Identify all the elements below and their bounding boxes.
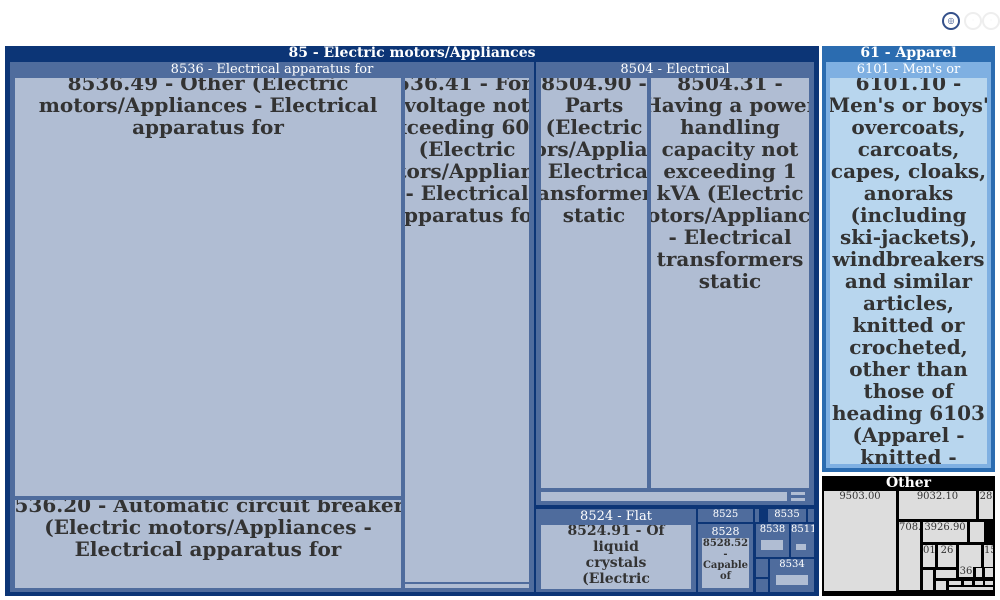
treemap-node-8525[interactable]: 8525: [698, 509, 753, 522]
treemap-other-leaf[interactable]: [964, 581, 972, 585]
treemap-other-leaf[interactable]: 01: [923, 545, 935, 567]
treemap-leaf-label: 8524.91 - Of liquid crystals (Electric: [567, 525, 665, 587]
treemap-leaf-8536-49[interactable]: 8536.49 - Other (Electric motors/Applian…: [15, 78, 401, 496]
treemap-other-leaf[interactable]: [949, 581, 961, 585]
treemap-node-label: 6101 - Men's or: [856, 62, 961, 77]
treemap-other-leaf[interactable]: 3926.90: [923, 522, 967, 542]
treemap-other-leaf[interactable]: [975, 581, 983, 585]
treemap-leaf-label: 708.9: [899, 522, 920, 533]
treemap-node-small[interactable]: [808, 509, 814, 522]
treemap-other-leaf[interactable]: [985, 581, 993, 585]
treemap-leaf-small[interactable]: [761, 540, 783, 550]
treemap-group-85[interactable]: 85 - Electric motors/Appliances 8536 - El…: [5, 46, 819, 596]
treemap-leaf-small[interactable]: [541, 492, 787, 501]
treemap-other-leaf[interactable]: [923, 570, 933, 590]
treemap-node-8504[interactable]: 8504 - Electrical 8504.90 - Parts (Electr…: [536, 62, 814, 505]
treemap-group-61[interactable]: 61 - Apparel 6101 - Men's or 6101.10 - Men…: [822, 46, 995, 472]
treemap-leaf-8536-20[interactable]: 8536.20 - Automatic circuit breakers (El…: [15, 500, 401, 588]
treemap-node-8535[interactable]: 8535: [768, 509, 806, 522]
treemap-leaf-small[interactable]: [405, 584, 529, 588]
treemap-leaf-8524-91[interactable]: 8524.91 - Of liquid crystals (Electric: [541, 525, 691, 589]
treemap-group-other[interactable]: Other 9503.00 9032.10 28 708.9 3926.90 01 26 15 3…: [822, 476, 995, 596]
treemap-node-label: 8525: [712, 509, 739, 520]
treemap-leaf-small[interactable]: [791, 498, 805, 501]
treemap-leaf-label: 8536.41 - For a voltage not exceeding 60…: [405, 78, 529, 227]
treemap-node-6101[interactable]: 6101 - Men's or 6101.10 - Men's or boys' …: [826, 62, 991, 468]
treemap-leaf-8504-31[interactable]: 8504.31 - Having a power handling capaci…: [651, 78, 809, 488]
treemap-leaf-label: 26: [940, 545, 954, 556]
treemap-group-label: Other: [885, 476, 932, 491]
treemap-other-leaf[interactable]: [970, 522, 984, 542]
treemap-leaf-label: 8528.52 - Capable of: [702, 538, 749, 582]
treemap-leaf-label: 8536.20 - Automatic circuit breakers (El…: [15, 500, 401, 561]
treemap-node-8536[interactable]: 8536 - Electrical apparatus for 8536.49 -…: [10, 62, 534, 592]
treemap-leaf-6101-10[interactable]: 6101.10 - Men's or boys' overcoats, carc…: [830, 78, 987, 464]
treemap-node-small[interactable]: [756, 559, 768, 577]
treemap-node-label: 8528: [711, 525, 740, 538]
treemap-leaf-small[interactable]: [796, 544, 806, 550]
treemap-node-small[interactable]: [755, 509, 759, 522]
treemap-other-leaf[interactable]: 36: [959, 566, 973, 577]
treemap-other-leaf[interactable]: [949, 587, 993, 590]
treemap-leaf-label: 01: [923, 545, 935, 556]
treemap-node-label: 8538: [759, 524, 786, 535]
treemap-leaf-8504-90[interactable]: 8504.90 - Parts (Electric motors/Applian…: [541, 78, 647, 488]
treemap-leaf-label: 8504.31 - Having a power handling capaci…: [651, 78, 809, 293]
treemap-node-8524[interactable]: 8524 - Flat 8524.91 - Of liquid crystals …: [536, 509, 696, 592]
treemap-other-leaf[interactable]: 28: [979, 491, 993, 519]
treemap-node-label: 8536 - Electrical apparatus for: [170, 62, 374, 77]
treemap-leaf-label: 36: [959, 566, 973, 577]
treemap-other-leaf[interactable]: 9032.10: [899, 491, 976, 519]
treemap-leaf-small[interactable]: [776, 575, 808, 585]
treemap-leaf-8528-52[interactable]: 8528.52 - Capable of: [702, 538, 749, 588]
treemap-node-8528[interactable]: 8528 8528.52 - Capable of: [698, 524, 753, 592]
treemap-leaf-label: 6101.10 - Men's or boys' overcoats, carc…: [830, 78, 987, 464]
treemap-leaf-label: 15: [984, 545, 993, 556]
treemap-leaf-label: 8536.49 - Other (Electric motors/Applian…: [38, 78, 378, 139]
treemap-group-label: 61 - Apparel: [860, 46, 957, 61]
treemap-other-leaf[interactable]: [976, 568, 982, 577]
treemap-node-8534[interactable]: 8534: [770, 559, 814, 592]
treemap-chart: 85 - Electric motors/Appliances 8536 - El…: [0, 0, 1000, 600]
treemap-other-leaf[interactable]: [936, 581, 946, 590]
treemap-leaf-label: 9503.00: [839, 491, 881, 502]
treemap-leaf-label: 8504.90 - Parts (Electric motors/Applian…: [541, 78, 647, 227]
treemap-node-label: 8504 - Electrical: [620, 62, 730, 77]
treemap-leaf-8536-41[interactable]: 8536.41 - For a voltage not exceeding 60…: [405, 78, 529, 582]
treemap-node-label: 8534: [779, 559, 805, 570]
treemap-node-label: 8511: [791, 524, 814, 535]
treemap-node-8538[interactable]: 8538: [756, 524, 789, 557]
treemap-other-leaf[interactable]: 9503.00: [824, 491, 896, 591]
treemap-other-leaf[interactable]: 708.9: [899, 522, 920, 590]
treemap-other-leaf[interactable]: [959, 545, 981, 567]
treemap-node-label: 8524 - Flat: [580, 509, 652, 524]
treemap-other-leaf[interactable]: 26: [938, 545, 956, 567]
treemap-leaf-label: 3926.90: [924, 522, 966, 533]
treemap-node-8511[interactable]: 8511: [791, 524, 814, 557]
treemap-leaf-label: 28: [979, 491, 993, 502]
treemap-leaf-label: 9032.10: [916, 491, 959, 502]
treemap-other-leaf[interactable]: 15: [984, 545, 993, 567]
treemap-other-leaf[interactable]: [936, 570, 956, 578]
treemap-leaf-small[interactable]: [791, 492, 805, 495]
treemap-other-leaf[interactable]: [985, 568, 993, 577]
treemap-node-label: 8535: [774, 509, 800, 520]
treemap-group-label: 85 - Electric motors/Appliances: [288, 46, 536, 61]
treemap-node-small[interactable]: [756, 579, 768, 592]
